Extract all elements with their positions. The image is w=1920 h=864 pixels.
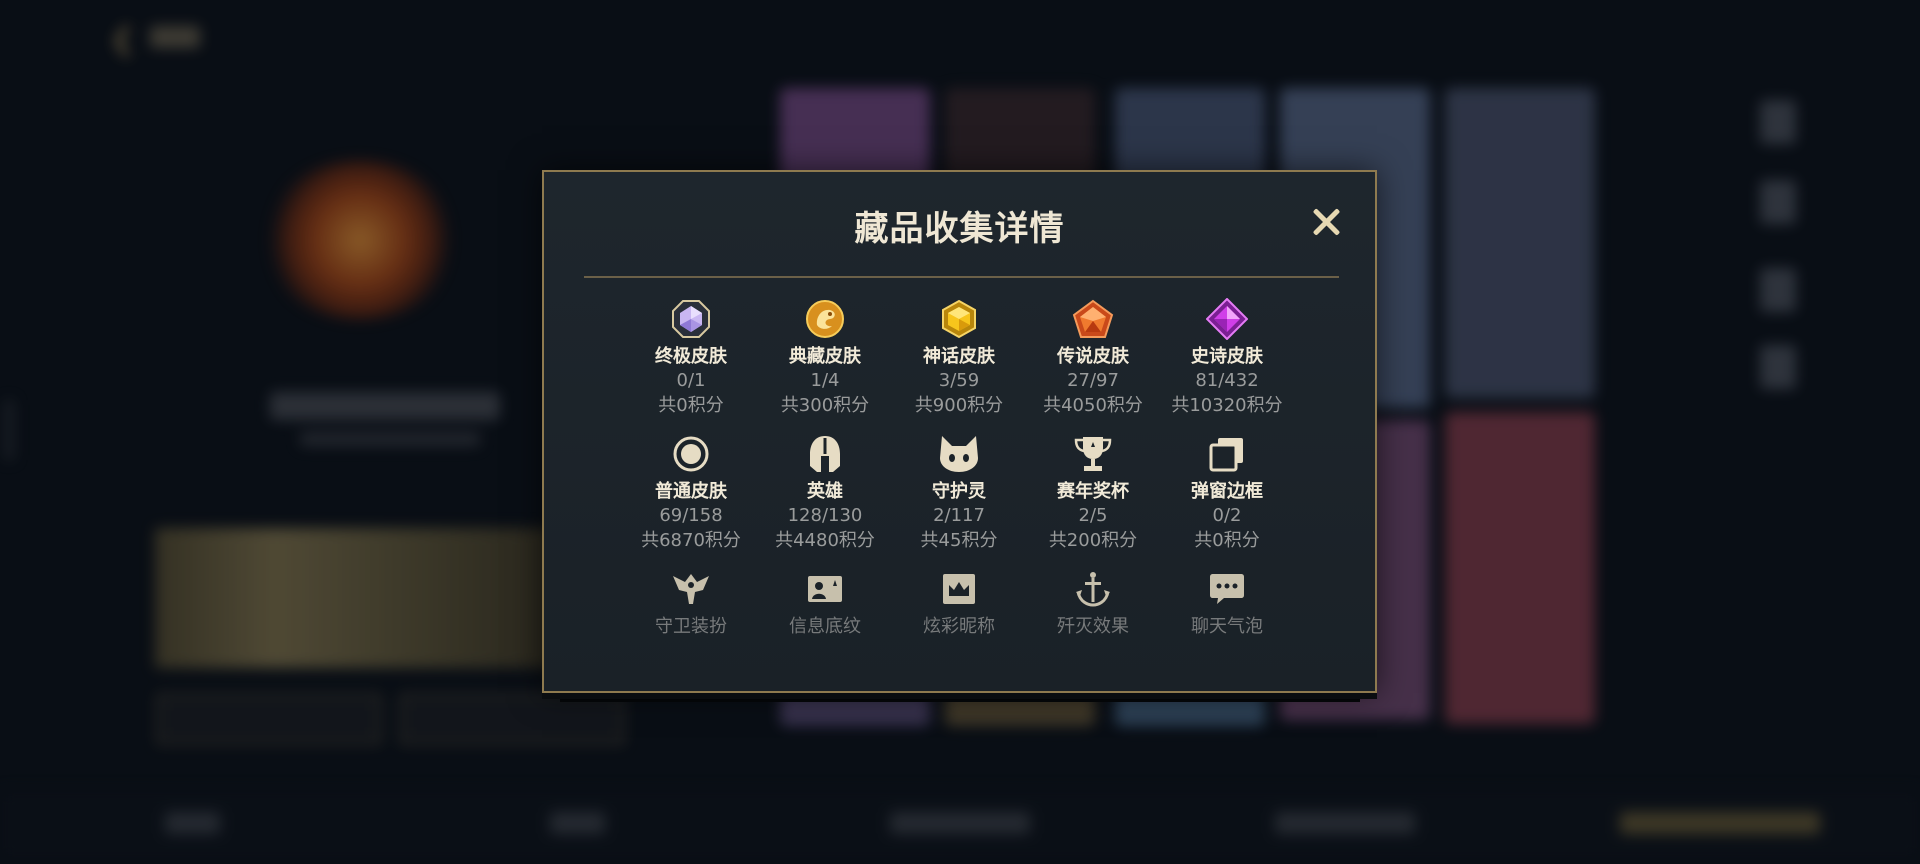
category-epic-skin[interactable]: 史诗皮肤 81/432 共10320积分 (1162, 298, 1292, 418)
category-ultimate-skin[interactable]: 终极皮肤 0/1 共0积分 (626, 298, 756, 418)
category-points: 共45积分 (920, 530, 998, 551)
popup-frame-icon (1162, 433, 1292, 475)
category-points: 共4050积分 (1043, 395, 1143, 416)
category-normal-skin[interactable]: 普通皮肤 69/158 共6870积分 (626, 433, 756, 553)
guardian-spirit-icon (894, 433, 1024, 475)
mythic-skin-icon (894, 298, 1024, 340)
category-label: 英雄 (807, 481, 843, 502)
category-points: 共0积分 (1194, 530, 1260, 551)
category-label: 普通皮肤 (655, 481, 727, 502)
category-points: 共0积分 (658, 395, 724, 416)
category-points: 共200积分 (1048, 530, 1138, 551)
category-label: 炫彩昵称 (923, 616, 995, 637)
category-label: 典藏皮肤 (789, 346, 861, 367)
category-mythic-skin[interactable]: 神话皮肤 3/59 共900积分 (894, 298, 1024, 418)
title-divider (584, 276, 1339, 278)
category-label: 传说皮肤 (1057, 346, 1129, 367)
category-count: 69/158 (659, 505, 723, 526)
epic-skin-icon (1162, 298, 1292, 340)
category-hero[interactable]: 英雄 128/130 共4480积分 (760, 433, 890, 553)
category-label: 弹窗边框 (1191, 481, 1263, 502)
category-season-trophy[interactable]: 赛年奖杯 2/5 共200积分 (1028, 433, 1158, 553)
category-count: 3/59 (938, 370, 980, 391)
category-count: 27/97 (1067, 370, 1119, 391)
category-label: 守护灵 (932, 481, 986, 502)
normal-skin-icon (626, 433, 756, 475)
guard-outfit-icon (626, 568, 756, 610)
category-label: 歼灭效果 (1057, 616, 1129, 637)
category-points: 共6870积分 (641, 530, 741, 551)
legendary-skin-icon (1028, 298, 1158, 340)
category-label: 赛年奖杯 (1057, 481, 1129, 502)
category-label: 终极皮肤 (655, 346, 727, 367)
category-colorful-nickname[interactable]: 炫彩昵称 (894, 568, 1024, 638)
category-legendary-skin[interactable]: 传说皮肤 27/97 共4050积分 (1028, 298, 1158, 418)
category-points: 共4480积分 (775, 530, 875, 551)
category-treasured-skin[interactable]: 典藏皮肤 1/4 共300积分 (760, 298, 890, 418)
info-background-icon (760, 568, 890, 610)
dialog-title: 藏品收集详情 (854, 209, 1065, 249)
category-count: 2/117 (933, 505, 985, 526)
category-chat-bubble[interactable]: 聊天气泡 (1162, 568, 1292, 638)
treasured-skin-icon (760, 298, 890, 340)
category-kill-effect[interactable]: 歼灭效果 (1028, 568, 1158, 638)
colorful-nickname-icon (894, 568, 1024, 610)
category-label: 史诗皮肤 (1191, 346, 1263, 367)
ultimate-skin-icon (626, 298, 756, 340)
category-count: 81/432 (1195, 370, 1259, 391)
category-count: 0/1 (676, 370, 706, 391)
collection-details-dialog: 藏品收集详情 终极皮肤 0/1 共0积分 典藏皮肤 1/4 共300积分 神话皮… (542, 170, 1377, 693)
category-count: 0/2 (1212, 505, 1242, 526)
chat-bubble-icon (1162, 568, 1292, 610)
category-label: 聊天气泡 (1191, 616, 1263, 637)
modal-shadow (560, 692, 1360, 702)
category-label: 信息底纹 (789, 616, 861, 637)
category-points: 共900积分 (914, 395, 1004, 416)
category-label: 神话皮肤 (923, 346, 995, 367)
category-guard-outfit[interactable]: 守卫装扮 (626, 568, 756, 638)
category-info-background[interactable]: 信息底纹 (760, 568, 890, 638)
season-trophy-icon (1028, 433, 1158, 475)
hero-helmet-icon (760, 433, 890, 475)
category-points: 共300积分 (780, 395, 870, 416)
category-count: 128/130 (787, 505, 863, 526)
category-count: 2/5 (1078, 505, 1108, 526)
category-popup-frame[interactable]: 弹窗边框 0/2 共0积分 (1162, 433, 1292, 553)
category-points: 共10320积分 (1171, 395, 1283, 416)
category-guardian-spirit[interactable]: 守护灵 2/117 共45积分 (894, 433, 1024, 553)
category-label: 守卫装扮 (655, 616, 727, 637)
kill-effect-icon (1028, 568, 1158, 610)
close-icon[interactable] (1309, 205, 1343, 239)
category-count: 1/4 (810, 370, 840, 391)
